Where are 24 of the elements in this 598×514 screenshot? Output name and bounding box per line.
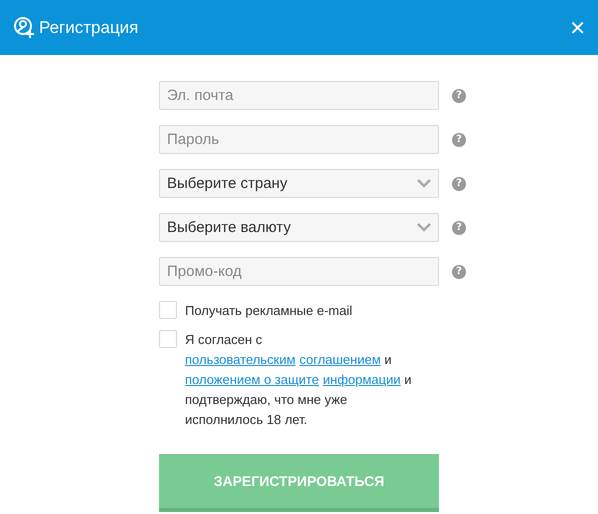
- select-dropdown[interactable]: Выберите страну: [159, 169, 439, 198]
- help-icon[interactable]: ?: [452, 88, 466, 102]
- help-icon[interactable]: ?: [452, 264, 466, 278]
- chevron-down-icon: [417, 223, 431, 232]
- checkbox[interactable]: [159, 330, 177, 348]
- close-button[interactable]: ✕: [569, 18, 586, 38]
- link[interactable]: соглашением: [299, 352, 381, 367]
- chevron-down-icon: [417, 179, 431, 188]
- link[interactable]: информации: [322, 372, 401, 387]
- input-field[interactable]: Пароль: [159, 125, 439, 154]
- agreement-text: Я согласен с пользовательским соглашением и положением о защите информации и подтверждаю, что мне уже исполнилось 18 лет.: [185, 331, 412, 429]
- checkbox-label: Получать рекламные e-mail: [185, 302, 354, 320]
- link[interactable]: положением о защите: [185, 372, 319, 387]
- help-icon[interactable]: ?: [452, 176, 466, 190]
- input-field[interactable]: Эл. почта: [159, 81, 439, 110]
- help-icon[interactable]: ?: [452, 132, 466, 146]
- window-title: Регистрация: [39, 18, 140, 38]
- help-icon[interactable]: ?: [452, 220, 466, 234]
- input-field[interactable]: Промо-код: [159, 257, 439, 286]
- register-button[interactable]: ЗАРЕГИСТРИРОВАТЬСЯ: [159, 454, 439, 512]
- add-user-icon: [13, 16, 37, 40]
- select-dropdown[interactable]: Выберите валюту: [159, 213, 439, 242]
- link[interactable]: пользовательским: [185, 352, 296, 367]
- checkbox[interactable]: [159, 301, 177, 319]
